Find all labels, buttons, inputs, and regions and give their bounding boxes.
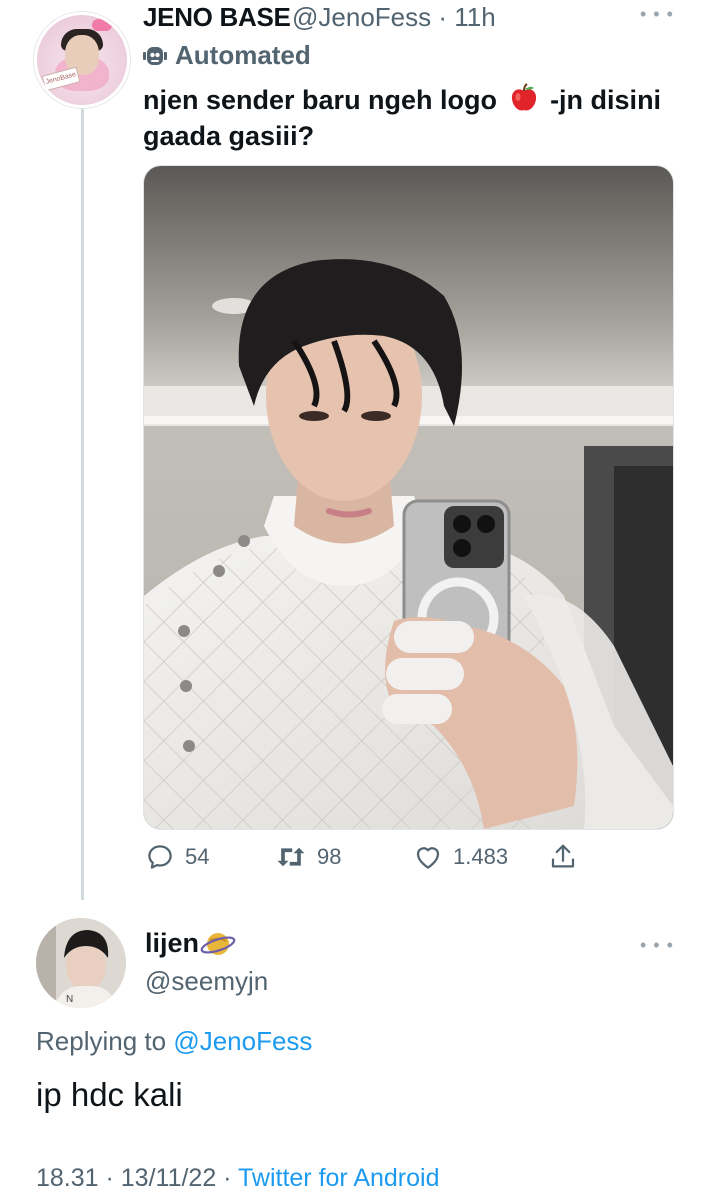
reply-timestamp[interactable]: 18.31 · 13/11/22 · bbox=[36, 1164, 238, 1192]
retweet-action[interactable]: 98 bbox=[275, 842, 341, 872]
retweet-count: 98 bbox=[317, 844, 342, 869]
tweet-text-part1: njen sender baru ngeh logo bbox=[143, 85, 498, 115]
comment-icon bbox=[148, 845, 172, 869]
reply-meta: 18.31 · 13/11/22 · Twitter for Android bbox=[36, 1164, 440, 1193]
source-link[interactable]: Twitter for Android bbox=[238, 1164, 439, 1192]
reply-action[interactable]: 54 bbox=[145, 842, 209, 872]
robot-icon bbox=[143, 46, 167, 65]
share-action[interactable] bbox=[548, 842, 578, 872]
avatar[interactable]: JenoBase bbox=[34, 12, 130, 108]
tweet-photo[interactable] bbox=[143, 165, 674, 830]
more-options-icon[interactable]: • • • bbox=[640, 4, 674, 25]
mention-link[interactable]: @JenoFess bbox=[173, 1026, 312, 1056]
ringed-planet-emoji-icon bbox=[200, 933, 236, 955]
reply-count: 54 bbox=[185, 844, 210, 869]
tweet-actions: 54 98 1.483 bbox=[143, 842, 683, 876]
author-handle[interactable]: @JenoFess bbox=[292, 2, 431, 32]
heart-icon bbox=[416, 847, 440, 869]
automated-label: Automated bbox=[143, 40, 311, 71]
automated-text: Automated bbox=[175, 40, 311, 70]
reply-more-options-icon[interactable]: • • • bbox=[640, 935, 674, 956]
reply-author-name[interactable]: lijen bbox=[145, 928, 199, 959]
reply-text: ip hdc kali bbox=[36, 1076, 183, 1113]
reply-author-handle[interactable]: @seemyjn bbox=[145, 966, 268, 997]
reply-avatar[interactable]: N bbox=[36, 918, 126, 1008]
tweet-time[interactable]: · 11h bbox=[438, 2, 495, 32]
like-action[interactable]: 1.483 bbox=[413, 842, 508, 872]
share-icon bbox=[551, 844, 575, 868]
author-name[interactable]: JENO BASE bbox=[143, 2, 291, 33]
tweet-text: njen sender baru ngeh logo -jn disini ga… bbox=[143, 82, 683, 154]
replying-to: Replying to @JenoFess bbox=[36, 1026, 312, 1057]
retweet-icon bbox=[277, 847, 305, 867]
thread-line bbox=[81, 100, 84, 900]
like-count: 1.483 bbox=[453, 844, 509, 869]
replying-prefix: Replying to bbox=[36, 1026, 174, 1056]
selfie-photo-image bbox=[144, 166, 673, 829]
red-apple-emoji-icon bbox=[511, 83, 536, 111]
svg-text:N: N bbox=[66, 994, 73, 1005]
reply-avatar-image: N bbox=[36, 918, 126, 1008]
